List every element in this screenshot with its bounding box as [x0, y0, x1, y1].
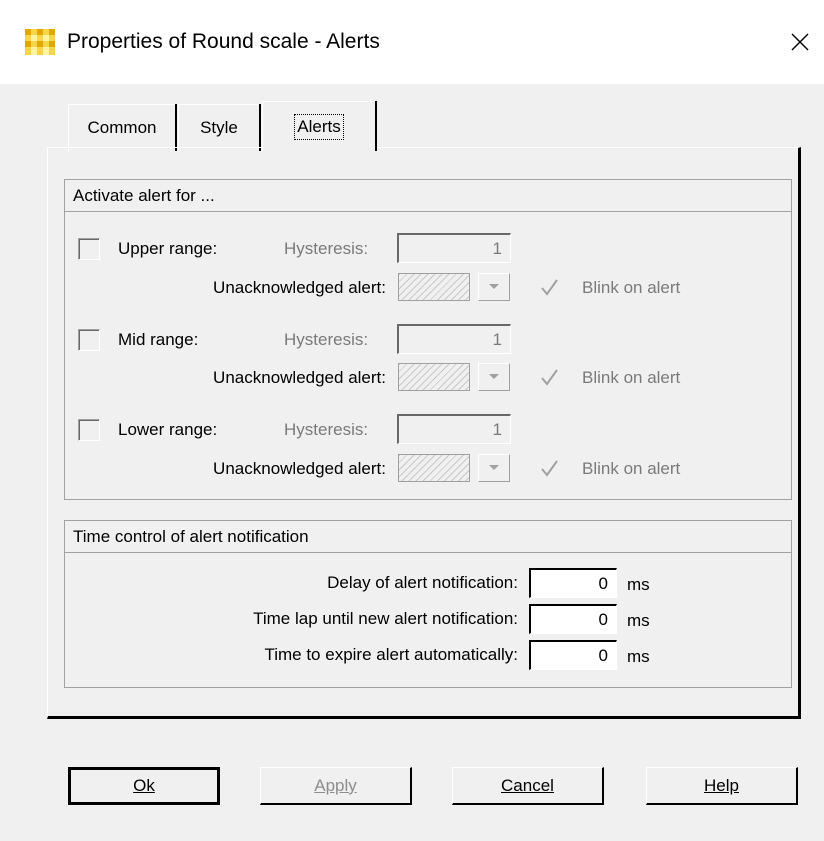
tab-style[interactable]: Style — [178, 104, 259, 151]
expire-unit: ms — [627, 647, 650, 666]
tab-label: Common — [87, 118, 157, 137]
cancel-button[interactable]: Cancel — [452, 767, 604, 805]
tab-common[interactable]: Common — [68, 104, 175, 151]
delay-input[interactable]: 0 — [529, 568, 617, 598]
upper-alert-color-picker[interactable] — [398, 273, 470, 301]
expire-input[interactable]: 0 — [529, 640, 617, 670]
checkmark-icon — [541, 460, 558, 477]
group-header: Activate alert for ... — [65, 180, 791, 212]
chevron-down-icon — [489, 374, 499, 379]
properties-dialog: Properties of Round scale - Alerts Commo… — [0, 0, 824, 841]
blink-on-alert-label: Blink on alert — [582, 278, 681, 297]
lower-blink-checkbox[interactable] — [538, 457, 560, 479]
close-icon — [791, 33, 809, 51]
hysteresis-label: Hysteresis: — [284, 330, 369, 349]
delay-label: Delay of alert notification: — [327, 573, 518, 592]
blink-on-alert-label: Blink on alert — [582, 368, 681, 387]
lower-alert-color-picker[interactable] — [398, 454, 470, 482]
time-lap-unit: ms — [627, 611, 650, 630]
tab-alerts[interactable]: Alerts — [262, 101, 375, 151]
upper-blink-checkbox[interactable] — [538, 276, 560, 298]
apply-button[interactable]: Apply — [260, 767, 412, 805]
tab-label: Style — [200, 118, 238, 137]
mid-range-label: Mid range: — [118, 330, 199, 349]
mid-blink-checkbox[interactable] — [538, 366, 560, 388]
unacknowledged-alert-label: Unacknowledged alert: — [213, 459, 386, 478]
checkmark-icon — [541, 279, 558, 296]
window-title: Properties of Round scale - Alerts — [67, 30, 380, 53]
lower-hysteresis-field[interactable]: 1 — [397, 414, 511, 444]
delay-unit: ms — [627, 575, 650, 594]
tab-label: Alerts — [294, 113, 344, 140]
mid-alert-color-picker[interactable] — [398, 363, 470, 391]
unacknowledged-alert-label: Unacknowledged alert: — [213, 368, 386, 387]
upper-alert-color-dropdown[interactable] — [478, 273, 510, 301]
tab-panel-alerts: Activate alert for ... Upper range: Hyst… — [47, 147, 801, 719]
mid-hysteresis-field[interactable]: 1 — [397, 324, 511, 354]
app-icon — [25, 29, 55, 55]
upper-range-checkbox[interactable] — [78, 238, 100, 260]
chevron-down-icon — [489, 284, 499, 289]
expire-label: Time to expire alert automatically: — [264, 645, 518, 664]
upper-range-label: Upper range: — [118, 239, 218, 258]
title-bar: Properties of Round scale - Alerts — [0, 0, 824, 84]
time-lap-input[interactable]: 0 — [529, 604, 617, 634]
blink-on-alert-label: Blink on alert — [582, 459, 681, 478]
unacknowledged-alert-label: Unacknowledged alert: — [213, 278, 386, 297]
time-lap-label: Time lap until new alert notification: — [253, 609, 518, 628]
upper-hysteresis-field[interactable]: 1 — [397, 233, 511, 263]
chevron-down-icon — [489, 465, 499, 470]
mid-alert-color-dropdown[interactable] — [478, 363, 510, 391]
hysteresis-label: Hysteresis: — [284, 239, 369, 258]
mid-range-checkbox[interactable] — [78, 329, 100, 351]
hysteresis-label: Hysteresis: — [284, 420, 369, 439]
close-button[interactable] — [780, 24, 820, 60]
ok-button[interactable]: Ok — [68, 767, 220, 805]
lower-alert-color-dropdown[interactable] — [478, 454, 510, 482]
lower-range-checkbox[interactable] — [78, 419, 100, 441]
group-header: Time control of alert notification — [65, 521, 791, 553]
lower-range-label: Lower range: — [118, 420, 218, 439]
help-button[interactable]: Help — [646, 767, 798, 805]
checkmark-icon — [541, 369, 558, 386]
